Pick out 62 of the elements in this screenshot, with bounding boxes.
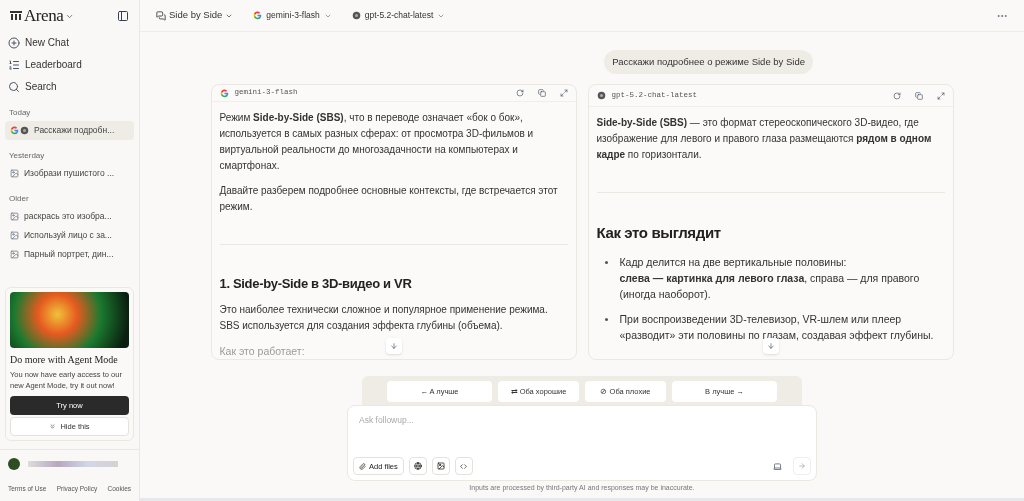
chat-history-item[interactable]: Парный портрет, дин... [5, 245, 134, 264]
nav-item[interactable]: Search [8, 76, 131, 97]
arrow-right-icon [798, 462, 806, 471]
nav-item[interactable]: New Chat [8, 32, 131, 53]
chat-bubbles-icon [156, 10, 166, 21]
code-button[interactable] [454, 457, 473, 476]
section-heading: Older [8, 193, 30, 205]
paperclip-icon [359, 462, 366, 470]
avatar[interactable] [8, 457, 20, 470]
refresh-icon[interactable] [515, 89, 524, 97]
response-heading: Как это выглядит [596, 223, 722, 244]
laptop-icon[interactable] [773, 461, 782, 471]
promo-title: Do more with Agent Mode [10, 353, 119, 367]
response-paragraph: Как это работает: [219, 344, 305, 360]
list-icon [8, 58, 20, 71]
section-heading: Yesterday [8, 150, 46, 162]
expand-icon[interactable] [936, 91, 945, 100]
refresh-icon[interactable] [892, 91, 901, 100]
model-selector[interactable]: gemini-3-flash [253, 9, 332, 22]
chevrons-icon [49, 423, 57, 430]
section-heading: Today [8, 107, 32, 119]
image-icon [436, 462, 445, 471]
followup-input[interactable]: Ask followup... [353, 414, 811, 427]
response-paragraph: Режим Side-by-Side (SBS), что в переводе означает «бок о бок», используется в самых разных сферах: от просмотра 3D-фильмов и виртуальной реальности до многозадачности на компьютерах и смартфонах. [219, 110, 535, 173]
chat-history-item[interactable]: Расскажи подробн... [5, 121, 134, 140]
mode-selector[interactable]: Side by Side [156, 8, 234, 23]
arrow-down-icon [389, 342, 398, 351]
bullet-icon [604, 317, 608, 321]
response-paragraph: Давайте разберем подробнее основные контексты, где встречается этот режим. [219, 183, 559, 214]
google-g-icon [253, 11, 263, 20]
web-search-button[interactable] [408, 457, 427, 476]
google-g-icon [219, 88, 229, 98]
user-message: Расскажи подробнее о режиме Side by Side [604, 50, 813, 75]
pillar-logo-icon [10, 11, 22, 21]
nav-item[interactable]: Leaderboard [8, 54, 131, 75]
globe-icon [413, 462, 422, 471]
response-paragraph: Это наиболее технически сложное и популярное применение режима. SBS используется для создания эффекта глубины (объема). [219, 303, 549, 334]
expand-icon[interactable] [559, 89, 568, 97]
bullet-icon [604, 260, 608, 264]
image-icon [10, 231, 19, 240]
google-g-icon [10, 126, 19, 135]
model-selector[interactable]: gpt-5.2-chat-latest [351, 9, 446, 22]
list-item-text: Кадр делится на две вертикальные половины: [619, 254, 848, 270]
chat-history-item[interactable]: Используй лицо с за... [5, 226, 134, 245]
search-icon [8, 80, 20, 93]
image-icon [10, 169, 19, 178]
list-item-text: слева — картинка для левого глаза, справа — для правого (иногда наоборот). [619, 270, 921, 302]
app-logo[interactable]: Arena [24, 3, 64, 29]
response-heading: 1. Side-by-Side в 3D-видео и VR [219, 274, 413, 293]
list-item-text: При воспроизведении 3D-телевизор, VR-шлем или плеер «разводит» эти половины по глазам, создавая эффект глубины. [619, 311, 935, 343]
new-chat-icon [8, 36, 20, 49]
copy-icon[interactable] [914, 91, 923, 100]
chat-history-item[interactable]: Изобрази пушистого ... [5, 164, 134, 183]
image-icon [10, 212, 19, 221]
sidebar-toggle-icon[interactable] [117, 10, 129, 22]
copy-icon[interactable] [537, 89, 546, 97]
image-icon [10, 250, 19, 259]
arrow-down-icon [766, 342, 775, 351]
chat-history-item[interactable]: раскрась это изобра... [5, 207, 134, 226]
code-icon [460, 462, 468, 470]
response-paragraph: Side-by-Side (SBS) — это формат стереоскопического 3D-видео, где изображение для левого и правого глаза размещаются рядом в одном кадре по горизонтали. [596, 116, 933, 163]
image-button[interactable] [431, 457, 450, 476]
